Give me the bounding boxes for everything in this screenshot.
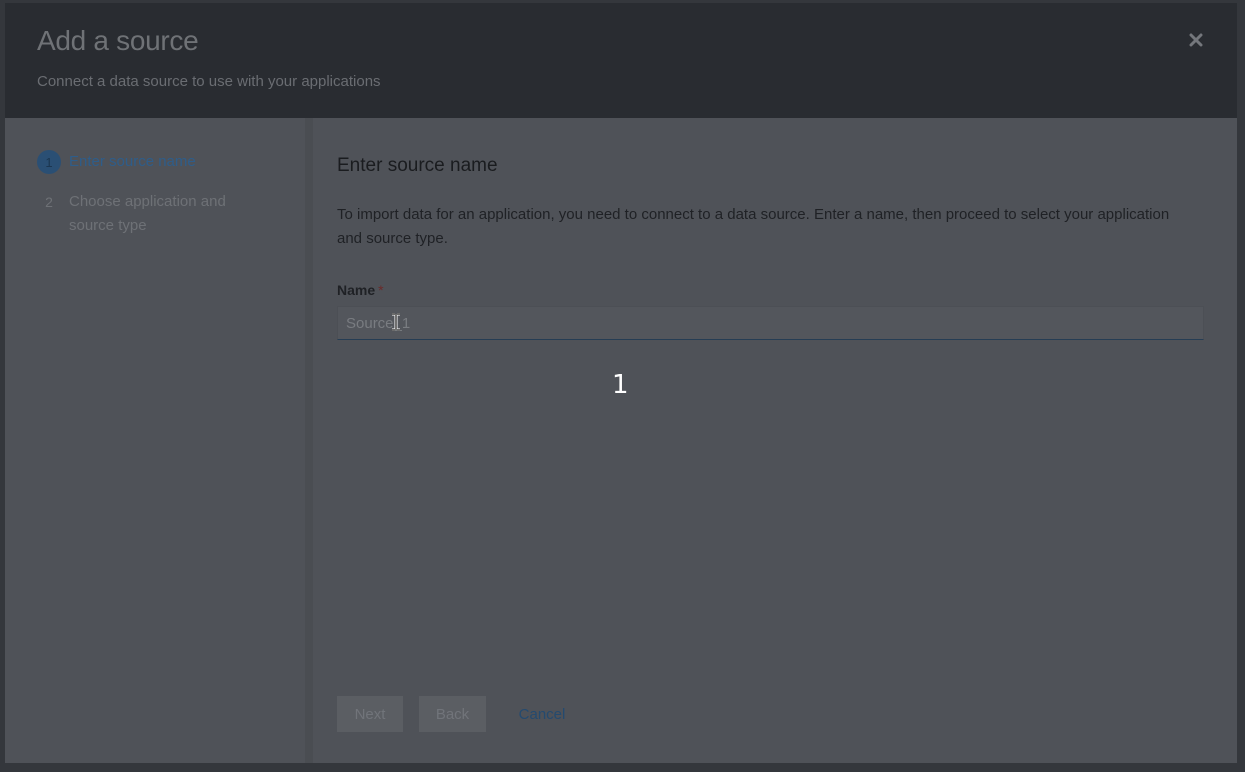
modal-title: Add a source xyxy=(37,25,199,56)
next-button[interactable]: Next xyxy=(337,696,403,732)
overlay-marker: 1 xyxy=(612,370,629,400)
source-name-input[interactable] xyxy=(337,306,1204,340)
name-field-label: Name * xyxy=(337,282,384,298)
close-icon xyxy=(1189,33,1203,47)
wizard-nav: 1 Enter source name 2 Choose application… xyxy=(5,118,305,763)
text-cursor-icon xyxy=(392,313,400,331)
required-asterisk: * xyxy=(378,282,384,298)
step-label: Enter source name xyxy=(69,153,196,170)
close-button[interactable] xyxy=(1183,27,1209,53)
step-number: 2 xyxy=(45,194,53,210)
step-label: Choose application and source type xyxy=(69,193,226,234)
name-label-text: Name xyxy=(337,282,376,298)
modal-header: Add a source Connect a data source to us… xyxy=(5,3,1237,118)
wizard-step-enter-source-name[interactable]: 1 Enter source name xyxy=(37,150,196,174)
wizard-step-content: Enter source name To import data for an … xyxy=(337,118,1207,763)
cancel-button[interactable]: Cancel xyxy=(507,696,577,732)
modal-subtitle: Connect a data source to use with your a… xyxy=(37,73,381,90)
wizard-step-choose-application[interactable]: 2 Choose application and source type xyxy=(37,190,259,238)
step-number-badge: 1 xyxy=(37,150,61,174)
step-description: To import data for an application, you n… xyxy=(337,206,1170,247)
step-title: Enter source name xyxy=(337,155,498,176)
nav-divider xyxy=(305,118,313,763)
back-button[interactable]: Back xyxy=(419,696,486,732)
